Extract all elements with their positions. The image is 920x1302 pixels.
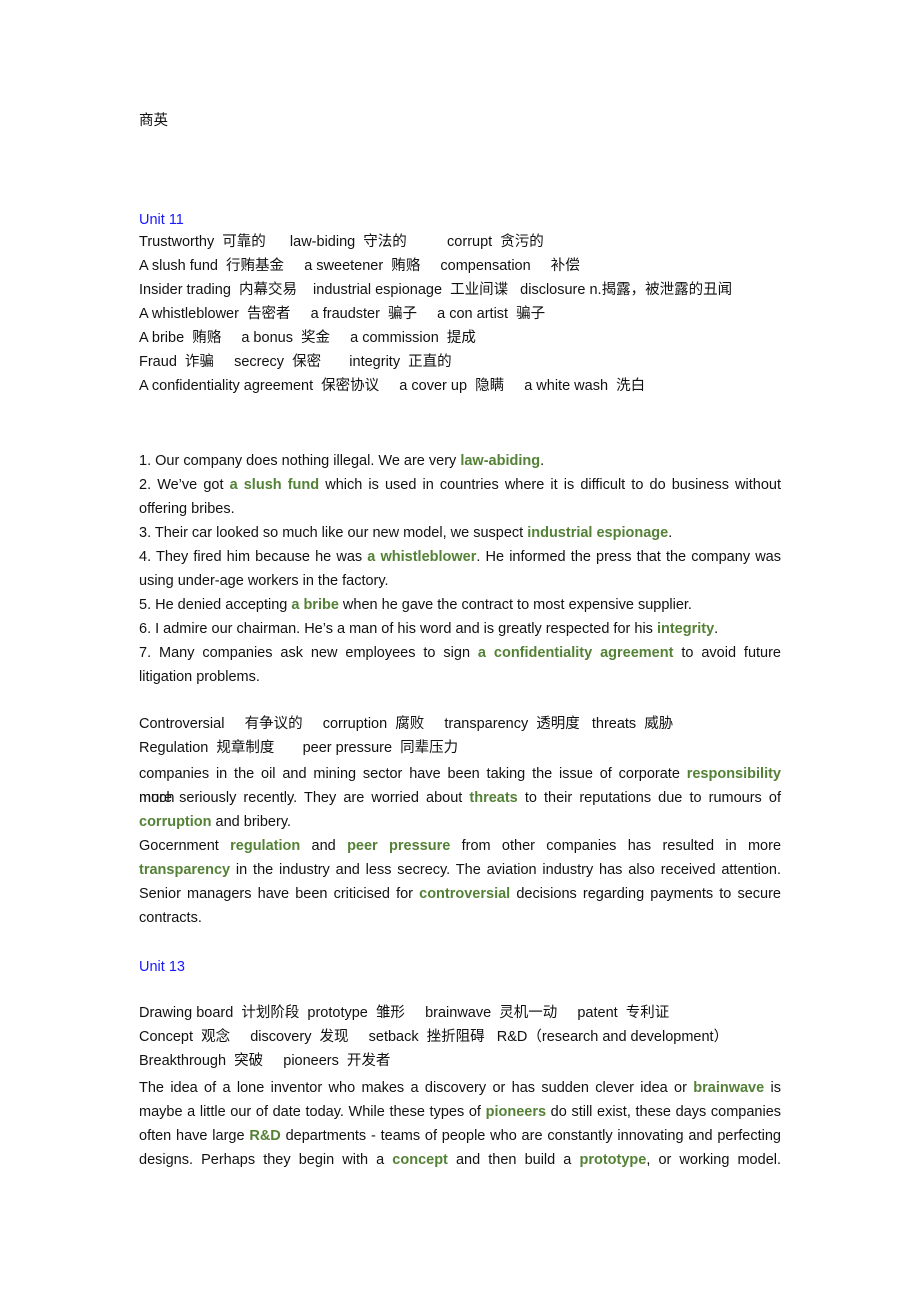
sentence-text: which is used in countries where it is d… [319, 477, 782, 493]
example-sentence: 1. Our company does nothing illegal. We … [139, 449, 544, 473]
vocab-line: Drawing board 计划阶段 prototype 雏形 brainwav… [139, 1005, 670, 1021]
sentence-text: 4. They fired him because he was [139, 549, 368, 565]
highlighted-term: a bribe [291, 597, 339, 613]
sentence-text: when he gave the contract to most expens… [338, 597, 692, 613]
paragraph-line: Senior managers have been criticised for… [139, 882, 781, 906]
paragraph-text: Gocernment [139, 838, 231, 854]
example-sentence: 4. They fired him because he was a whist… [139, 545, 781, 569]
sentence-text: 7. Many companies ask new employees to s… [139, 645, 478, 661]
vocab-line: Concept 观念 discovery 发现 setback 挫折阻碍 R&D… [139, 1029, 729, 1045]
sentence-text: 3. Their car looked so much like our new… [139, 525, 528, 541]
paragraph-text: departments - teams of people who are co… [280, 1128, 781, 1144]
vocab-line: Controversial 有争议的 corruption 腐败 transpa… [139, 716, 674, 732]
sentence-text: to avoid future [673, 645, 781, 661]
sentence-text: 1. Our company does nothing illegal. We … [139, 453, 461, 469]
highlighted-term: regulation [230, 838, 301, 854]
paragraph-line: designs. Perhaps they begin with a conce… [139, 1148, 781, 1172]
paragraph-line: The idea of a lone inventor who makes a … [139, 1076, 781, 1100]
unit-13-heading: Unit 13 [139, 959, 185, 975]
highlighted-term: law-abiding [460, 453, 541, 469]
paragraph-text: often have large [139, 1128, 250, 1144]
highlighted-term: corruption [139, 814, 212, 830]
paragraph-text: maybe a little our of date today. While … [139, 1104, 486, 1120]
paragraph-line: maybe a little our of date today. While … [139, 1100, 781, 1124]
example-sentence: 5. He denied accepting a bribe when he g… [139, 593, 692, 617]
highlighted-term: a slush fund [229, 477, 320, 493]
paragraph-text: to their reputations due to rumours of [517, 790, 781, 806]
example-sentence: 7. Many companies ask new employees to s… [139, 641, 781, 665]
paragraph-text: The idea of a lone inventor who makes a … [139, 1080, 694, 1096]
paragraph-text: designs. Perhaps they begin with a [139, 1152, 393, 1168]
paragraph-line: corruption and bribery. [139, 810, 291, 834]
highlighted-term: concept [392, 1152, 448, 1168]
sentence-text: 6. I admire our chairman. He’s a man of … [139, 621, 657, 637]
example-sentence: 6. I admire our chairman. He’s a man of … [139, 617, 718, 641]
paragraph-line: transparency in the industry and less se… [139, 858, 781, 882]
paragraph-text: more seriously recently. They are worrie… [139, 790, 470, 806]
vocab-line: A whistleblower 告密者 a fraudster 骗子 a con… [139, 306, 546, 322]
vocab-line: Trustworthy 可靠的 law-biding 守法的 corrupt 贪… [139, 234, 544, 250]
sentence-text: 2. We’ve got [139, 477, 230, 493]
highlighted-term: controversial [419, 886, 511, 902]
highlighted-term: threats [469, 790, 518, 806]
paragraph-line: contracts. [139, 910, 202, 926]
vocab-line: A slush fund 行贿基金 a sweetener 贿赂 compens… [139, 258, 580, 274]
vocab-line: A confidentiality agreement 保密协议 a cover… [139, 378, 646, 394]
highlighted-term: industrial espionage [527, 525, 669, 541]
paragraph-text: , or working model. [646, 1152, 782, 1168]
paragraph-line: companies in the oil and mining sector h… [139, 762, 781, 806]
highlighted-term: brainwave [693, 1080, 765, 1096]
sentence-continuation: offering bribes. [139, 501, 235, 517]
sentence-text: . [540, 453, 545, 469]
sentence-text: . [714, 621, 719, 637]
paragraph-text: and then build a [447, 1152, 580, 1168]
paragraph-text: from other companies has resulted in mor… [450, 838, 782, 854]
paragraph-text: decisions regarding payments to secure [510, 886, 781, 902]
highlighted-term: peer pressure [347, 838, 451, 854]
unit-11-heading: Unit 11 [139, 212, 184, 228]
vocab-line: A bribe 贿赂 a bonus 奖金 a commission 提成 [139, 330, 476, 346]
highlighted-term: integrity [656, 621, 715, 637]
sentence-text: 5. He denied accepting [139, 597, 292, 613]
highlighted-term: a confidentiality agreement [477, 645, 674, 661]
vocab-line: Fraud 诈骗 secrecy 保密 integrity 正直的 [139, 354, 452, 370]
paragraph-text: companies in the oil and mining sector h… [139, 766, 687, 782]
example-sentence: 2. We’ve got a slush fund which is used … [139, 473, 781, 497]
paragraph-text: and [300, 838, 348, 854]
highlighted-term: prototype [579, 1152, 647, 1168]
paragraph-text: Senior managers have been criticised for [139, 886, 420, 902]
paragraph-line: more seriously recently. They are worrie… [139, 786, 781, 810]
highlighted-term: responsibility [686, 766, 781, 782]
paragraph-line: often have large R&D departments - teams… [139, 1124, 781, 1148]
example-sentence: 3. Their car looked so much like our new… [139, 521, 672, 545]
sentence-text: . [668, 525, 673, 541]
document-title: 商英 [139, 113, 168, 129]
sentence-text: . He informed the press that the company… [476, 549, 781, 565]
paragraph-text: and bribery. [211, 814, 292, 830]
vocab-line: Insider trading 内幕交易 industrial espionag… [139, 282, 733, 298]
highlighted-term: a whistleblower [367, 549, 477, 565]
paragraph-line: Gocernment regulation and peer pressure … [139, 834, 781, 858]
paragraph-text: do still exist, these days companies [546, 1104, 782, 1120]
highlighted-term: R&D [249, 1128, 281, 1144]
sentence-continuation: using under-age workers in the factory. [139, 573, 389, 589]
highlighted-term: pioneers [485, 1104, 547, 1120]
sentence-continuation: litigation problems. [139, 669, 260, 685]
paragraph-text: is [764, 1080, 781, 1096]
highlighted-term: transparency [139, 862, 231, 878]
vocab-line: Regulation 规章制度 peer pressure 同辈压力 [139, 740, 459, 756]
vocab-line: Breakthrough 突破 pioneers 开发者 [139, 1053, 391, 1069]
paragraph-text: in the industry and less secrecy. The av… [230, 862, 781, 878]
